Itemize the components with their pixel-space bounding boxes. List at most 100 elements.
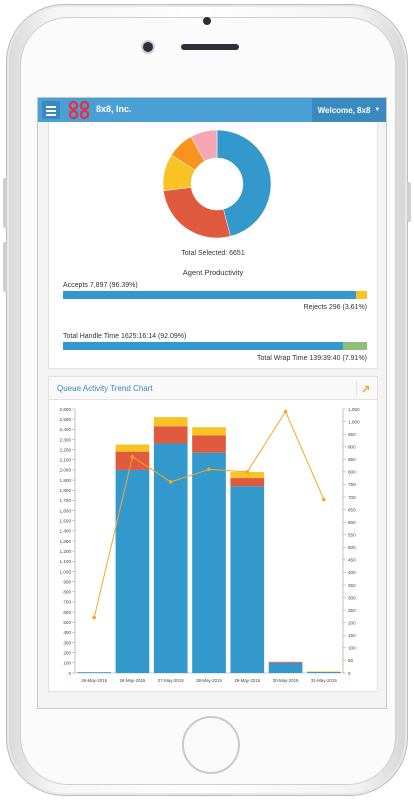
y2-tick-label: 50 bbox=[348, 658, 354, 663]
app-screen: 8x8, Inc. Welcome, 8x8 ▼ Total Selected:… bbox=[37, 97, 387, 709]
accepts-rejects-bar bbox=[63, 291, 367, 299]
bar-segment bbox=[192, 452, 226, 673]
y2-tick-label: 950 bbox=[348, 432, 356, 437]
bar-segment bbox=[230, 486, 265, 673]
y-tick-label: 2,600 bbox=[60, 407, 72, 412]
y2-tick-label: 100 bbox=[348, 646, 356, 651]
y-tick-label: 2,300 bbox=[60, 437, 72, 442]
front-camera bbox=[143, 42, 153, 52]
accepts-label: Accepts 7,897 (96.39%) bbox=[63, 282, 138, 289]
x-tick-label: 28-May-2015 bbox=[196, 678, 222, 683]
y-tick-label: 500 bbox=[63, 620, 71, 625]
y-tick-label: 300 bbox=[63, 640, 71, 645]
bar-segment bbox=[115, 451, 150, 470]
y-tick-label: 1,000 bbox=[60, 569, 72, 574]
y-tick-label: 200 bbox=[63, 650, 71, 655]
y2-tick-label: 850 bbox=[348, 457, 356, 462]
y-tick-label: 2,500 bbox=[60, 417, 72, 422]
bar-segment bbox=[268, 661, 303, 663]
trend-point bbox=[283, 409, 288, 414]
y2-tick-label: 250 bbox=[348, 608, 356, 613]
y-tick-label: 1,500 bbox=[60, 518, 72, 523]
bar-segment bbox=[230, 478, 265, 487]
y2-tick-label: 900 bbox=[348, 445, 356, 450]
x-tick-label: 26-May-2015 bbox=[81, 678, 107, 683]
donut-slice bbox=[163, 186, 231, 239]
caret-down-icon: ▼ bbox=[374, 107, 381, 113]
trend-point bbox=[322, 497, 326, 502]
y2-tick-label: 550 bbox=[348, 533, 356, 538]
agent-summary-card: Total Selected: 6651 Agent Productivity … bbox=[48, 122, 378, 369]
queue-activity-trend-chart: 01002003004005006007008009001,0001,1001,… bbox=[60, 407, 360, 683]
agent-status-donut-chart bbox=[162, 129, 272, 239]
x-tick-label: 29-May-2015 bbox=[234, 678, 260, 683]
y-tick-label: 1,600 bbox=[60, 508, 72, 513]
total-selected-label: Total Selected: 6651 bbox=[181, 250, 245, 257]
bar-segment bbox=[192, 435, 226, 453]
trend-point bbox=[168, 480, 173, 484]
y2-tick-label: 750 bbox=[348, 482, 356, 487]
y-tick-label: 100 bbox=[63, 661, 71, 666]
y-tick-label: 1,400 bbox=[60, 529, 72, 534]
trend-point bbox=[130, 454, 135, 459]
handle-time-label: Total Handle Time 1625:16:14 (92.09%) bbox=[63, 333, 187, 340]
power-button bbox=[407, 182, 411, 222]
bar-segment bbox=[192, 427, 226, 436]
proximity-sensor bbox=[203, 17, 211, 25]
trend-point bbox=[245, 470, 250, 474]
y-tick-label: 2,400 bbox=[60, 427, 72, 432]
wrap-time-segment bbox=[343, 342, 367, 350]
queue-activity-card: Queue Activity Trend Chart 0 100 200 300 400… bbox=[48, 376, 378, 692]
y2-tick-label: 600 bbox=[348, 520, 356, 525]
handle-wrap-bar bbox=[63, 342, 367, 350]
rejects-segment bbox=[356, 291, 367, 299]
y2-tick-label: 400 bbox=[348, 570, 356, 575]
bar-segment bbox=[115, 469, 150, 673]
y-tick-label: 800 bbox=[63, 590, 71, 595]
y2-tick-label: 300 bbox=[348, 595, 356, 600]
bar-segment bbox=[153, 426, 188, 444]
trend-point bbox=[92, 615, 96, 620]
y2-tick-label: 1,050 bbox=[348, 407, 360, 412]
trend-point bbox=[207, 467, 211, 472]
brand-name: 8x8, Inc. bbox=[96, 104, 132, 114]
y-tick-label: 700 bbox=[63, 600, 71, 605]
y2-tick-label: 700 bbox=[348, 495, 356, 500]
y-tick-label: 2,000 bbox=[60, 468, 72, 473]
y2-tick-label: 150 bbox=[348, 633, 356, 638]
home-button[interactable] bbox=[182, 716, 240, 774]
user-menu-dropdown[interactable]: Welcome, 8x8 ▼ bbox=[312, 98, 386, 122]
y-tick-label: 1,800 bbox=[60, 488, 72, 493]
earpiece-speaker bbox=[181, 44, 239, 50]
bar-segment bbox=[77, 672, 111, 673]
y-tick-label: 1,700 bbox=[60, 498, 72, 503]
welcome-label: Welcome, 8x8 bbox=[317, 105, 371, 115]
x-tick-label: 30-May-2015 bbox=[273, 678, 299, 683]
rejects-label: Rejects 296 (3.61%) bbox=[303, 304, 367, 311]
volume-up-button bbox=[3, 178, 7, 228]
agent-productivity-title: Agent Productivity bbox=[182, 268, 244, 277]
expand-icon[interactable] bbox=[356, 382, 371, 396]
y2-tick-label: 650 bbox=[348, 507, 356, 512]
wrap-time-label: Total Wrap Time 139:39:40 (7.91%) bbox=[257, 355, 367, 362]
y-tick-label: 1,900 bbox=[60, 478, 72, 483]
x-tick-label: 31-May-2015 bbox=[311, 678, 337, 683]
y2-tick-label: 0 bbox=[348, 671, 351, 676]
8x8-logo-icon bbox=[68, 100, 90, 120]
bar-segment bbox=[307, 671, 341, 673]
top-navbar: 8x8, Inc. Welcome, 8x8 ▼ bbox=[38, 98, 386, 122]
queue-chart-title: Queue Activity Trend Chart bbox=[57, 384, 153, 393]
y-tick-label: 1,100 bbox=[60, 559, 72, 564]
y-tick-label: 2,100 bbox=[60, 458, 72, 463]
hamburger-menu-icon[interactable] bbox=[42, 101, 60, 119]
y-tick-label: 1,200 bbox=[60, 549, 72, 554]
y2-tick-label: 450 bbox=[348, 558, 356, 563]
bar-segment bbox=[268, 662, 303, 673]
y2-tick-label: 1,000 bbox=[348, 419, 360, 424]
x-tick-label: 27-May-2015 bbox=[158, 678, 184, 683]
bar-segment bbox=[307, 671, 341, 672]
y-tick-label: 0 bbox=[68, 671, 71, 676]
y2-tick-label: 200 bbox=[348, 621, 356, 626]
x-tick-label: 26-May-2015 bbox=[119, 678, 145, 683]
y2-tick-label: 800 bbox=[348, 470, 356, 475]
